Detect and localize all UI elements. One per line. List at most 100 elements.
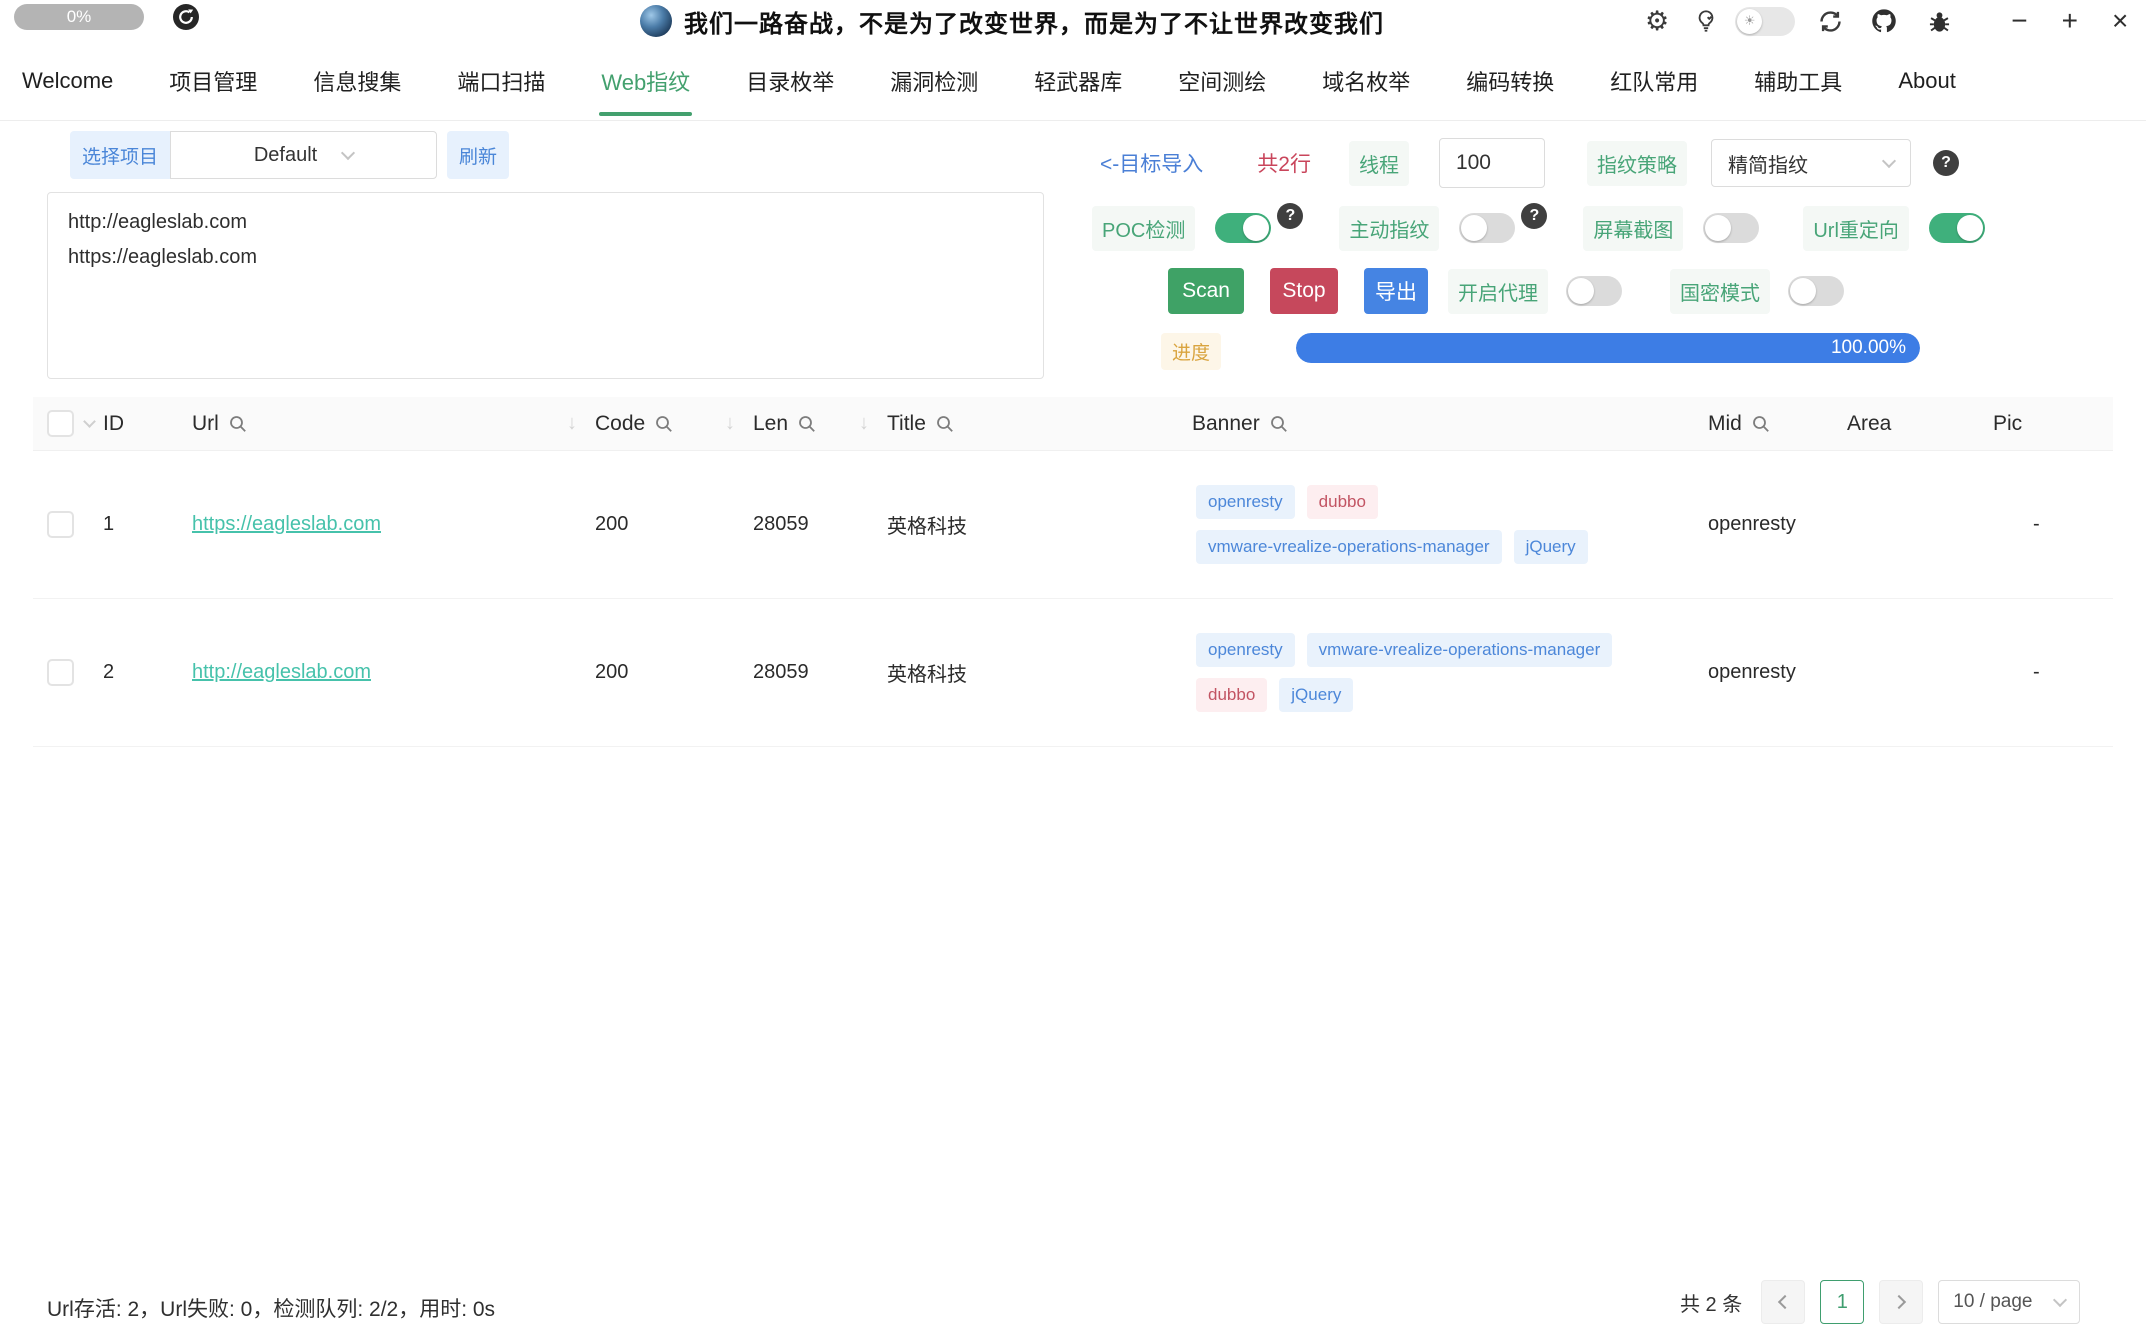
next-page-button[interactable] [1879,1280,1923,1324]
banner-tag[interactable]: dubbo [1196,678,1267,712]
poc-help-icon[interactable]: ? [1277,203,1303,229]
refresh-button[interactable]: 刷新 [447,131,509,179]
table-row-2: 2http://eagleslab.com20028059英格科技openres… [33,599,2113,747]
col-header-url: Url↓ [192,397,595,450]
sort-arrow-icon[interactable]: ↓ [567,412,577,435]
progress-label: 进度 [1161,333,1221,370]
search-icon[interactable] [797,414,817,434]
banner-tag[interactable]: openresty [1196,633,1295,667]
cell-len: 28059 [753,661,887,684]
select-project-button[interactable]: 选择项目 [70,131,170,179]
scan-button[interactable]: Scan [1168,268,1244,314]
sync-icon[interactable] [1817,8,1844,35]
close-button[interactable]: × [2112,0,2128,42]
app-logo [640,5,672,37]
line-count: 共2行 [1257,148,1311,178]
nav-tab-10[interactable]: 编码转换 [1466,42,1554,120]
threads-input[interactable] [1439,138,1545,188]
update-check-icon[interactable] [172,3,200,36]
banner-tag[interactable]: dubbo [1307,485,1378,519]
col-label: Banner [1192,412,1260,436]
cell-pic: - [1963,513,2113,536]
col-header-banner: Banner [1178,397,1694,450]
sort-arrow-icon[interactable]: ↓ [725,412,735,435]
screenshot-toggle[interactable] [1703,213,1759,243]
nav-tab-13[interactable]: About [1898,42,1956,120]
current-page-button[interactable]: 1 [1820,1280,1864,1324]
cell-mid: openresty [1694,661,1847,684]
cell-url: https://eagleslab.com [192,513,595,536]
nav-tab-7[interactable]: 轻武器库 [1034,42,1122,120]
settings-icon[interactable]: ⚙ [1645,6,1669,37]
banner-tag[interactable]: vmware-vrealize-operations-manager [1196,530,1502,564]
col-label: Title [887,412,926,436]
active-fingerprint-help-icon[interactable]: ? [1521,203,1547,229]
nav-tab-8[interactable]: 空间测绘 [1178,42,1266,120]
bug-icon[interactable] [1926,8,1953,35]
banner-tag[interactable]: vmware-vrealize-operations-manager [1307,633,1613,667]
search-icon[interactable] [935,414,955,434]
gm-mode-toggle[interactable] [1788,276,1844,306]
col-header-id: ID [103,397,192,450]
select-all-checkbox[interactable] [47,410,74,437]
cell-title: 英格科技 [887,658,1178,687]
maximize-button[interactable]: + [2062,0,2078,42]
nav-tab-5[interactable]: 目录枚举 [746,42,834,120]
nav-tab-3[interactable]: 端口扫描 [457,42,545,120]
lightbulb-icon[interactable] [1693,8,1719,34]
search-icon[interactable] [228,414,248,434]
col-header-pic: Pic [1963,397,2113,450]
nav-tab-1[interactable]: 项目管理 [169,42,257,120]
theme-toggle[interactable]: ☀ [1735,7,1795,36]
page-size-value: 10 / page [1953,1291,2032,1313]
nav-tab-4[interactable]: Web指纹 [601,42,690,120]
banner-tag[interactable]: jQuery [1279,678,1353,712]
cell-banner: openresty dubbo vmware-vrealize-operations… [1178,485,1678,564]
strategy-select[interactable]: 精简指纹 [1711,139,1911,187]
export-button[interactable]: 导出 [1364,268,1428,314]
target-import-link[interactable]: <-目标导入 [1100,148,1203,178]
search-icon[interactable] [1269,414,1289,434]
minimize-button[interactable]: − [2011,0,2027,42]
col-header-mid: Mid [1694,397,1847,450]
nav-tab-11[interactable]: 红队常用 [1610,42,1698,120]
prev-page-button[interactable] [1761,1280,1805,1324]
search-icon[interactable] [1751,414,1771,434]
github-icon[interactable] [1870,7,1898,35]
sort-arrow-icon[interactable]: ↓ [859,412,869,435]
row-checkbox[interactable] [47,511,74,538]
targets-textarea[interactable]: http://eagleslab.com https://eagleslab.c… [47,192,1044,379]
pagination-total: 共 2 条 [1680,1288,1742,1317]
nav-tab-2[interactable]: 信息搜集 [313,42,401,120]
project-select[interactable]: Default [170,131,437,179]
titlebar: 0% 我们一路奋战，不是为了改变世界，而是为了不让世界改变我们 ⚙ ☀ [0,0,2146,42]
url-link[interactable]: https://eagleslab.com [192,513,381,535]
nav-tab-6[interactable]: 漏洞检测 [890,42,978,120]
search-icon[interactable] [654,414,674,434]
cell-id: 2 [103,661,192,684]
active-fingerprint-toggle[interactable] [1459,213,1515,243]
proxy-toggle[interactable] [1566,276,1622,306]
cell-code: 200 [595,661,753,684]
row-select-cell [33,451,103,598]
banner-tag[interactable]: openresty [1196,485,1295,519]
nav-tab-0[interactable]: Welcome [22,42,113,120]
nav-tab-9[interactable]: 域名枚举 [1322,42,1410,120]
col-header-len: Len↓ [753,397,887,450]
nav-tabs: Welcome 项目管理信息搜集端口扫描 Web指纹目录枚举漏洞检测轻武器库空间测绘… [0,42,2146,121]
table-row-1: 1https://eagleslab.com20028059英格科技openre… [33,451,2113,599]
selection-chevron-icon[interactable] [83,415,96,428]
cell-banner: openresty vmware-vrealize-operations-mana… [1178,633,1678,712]
nav-tab-12[interactable]: 辅助工具 [1754,42,1842,120]
url-redirect-toggle[interactable] [1929,213,1985,243]
poc-detect-toggle[interactable] [1215,213,1271,243]
url-link[interactable]: http://eagleslab.com [192,661,371,683]
col-label: Pic [1993,412,2022,436]
page-size-select[interactable]: 10 / page [1938,1280,2080,1324]
row-checkbox[interactable] [47,659,74,686]
strategy-help-icon[interactable]: ? [1933,150,1959,176]
banner-tag[interactable]: jQuery [1514,530,1588,564]
stop-button[interactable]: Stop [1270,268,1338,314]
cell-code: 200 [595,513,753,536]
cell-len: 28059 [753,513,887,536]
